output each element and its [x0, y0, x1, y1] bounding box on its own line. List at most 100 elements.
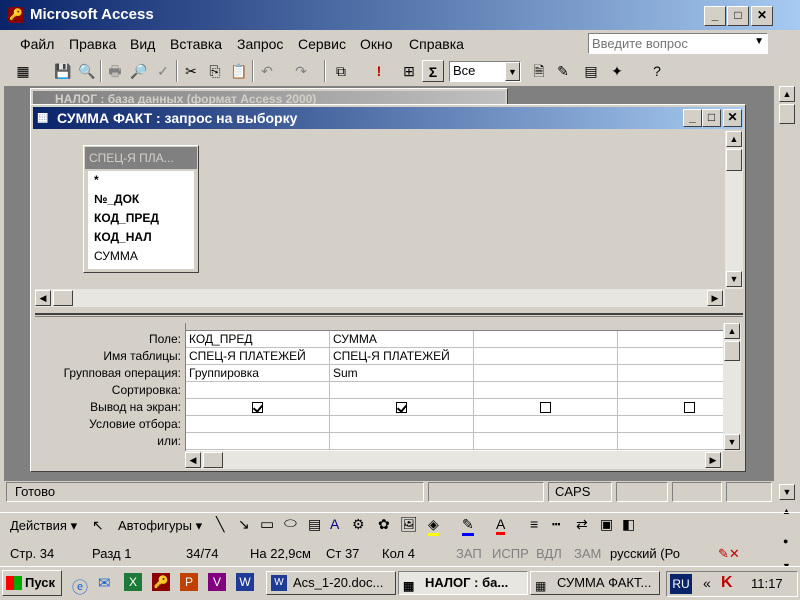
- show-table-icon[interactable]: ⊞: [398, 60, 420, 82]
- menu-view[interactable]: Вид: [130, 36, 155, 52]
- access-icon[interactable]: 🔑: [152, 573, 170, 591]
- textbox-icon[interactable]: ▤: [308, 516, 321, 533]
- grid-cell-show[interactable]: [330, 399, 474, 416]
- help-question-box[interactable]: ▼: [588, 33, 768, 54]
- run-icon[interactable]: !: [368, 60, 390, 82]
- scroll-thumb[interactable]: [203, 452, 223, 468]
- field-list-title[interactable]: СПЕЦ-Я ПЛА...: [85, 147, 197, 169]
- language-button[interactable]: RU: [670, 574, 692, 594]
- spelling-icon[interactable]: ✓: [152, 60, 174, 82]
- wordart-icon[interactable]: A: [330, 516, 339, 532]
- grid-cell-or[interactable]: [186, 433, 330, 450]
- help-question-input[interactable]: [589, 34, 749, 52]
- powerpoint-icon[interactable]: P: [180, 573, 198, 591]
- paste-icon[interactable]: 📋: [228, 60, 250, 82]
- grid-cell-criteria[interactable]: [186, 416, 330, 433]
- line-color-icon[interactable]: ✎: [462, 516, 474, 536]
- ext-indicator[interactable]: ВДЛ: [536, 544, 562, 564]
- grid-cell-sort[interactable]: [618, 382, 723, 399]
- print-icon[interactable]: 🖶: [104, 60, 126, 82]
- table-pane[interactable]: СПЕЦ-Я ПЛА... * №_ДОК КОД_ПРЕД КОД_НАЛ С…: [35, 131, 725, 289]
- antivirus-icon[interactable]: K: [721, 574, 733, 592]
- clipart-icon[interactable]: ✿: [378, 516, 390, 533]
- line-icon[interactable]: ╲: [216, 516, 224, 533]
- show-checkbox[interactable]: [540, 402, 551, 414]
- menu-file[interactable]: Файл: [20, 36, 54, 52]
- rectangle-icon[interactable]: ▭: [260, 515, 274, 533]
- table-pane-vscroll[interactable]: ▲ ▼: [725, 131, 743, 289]
- 3d-icon[interactable]: ◧: [622, 516, 635, 533]
- start-button[interactable]: Пуск: [2, 570, 62, 596]
- search-icon[interactable]: 🔍: [76, 60, 98, 82]
- view-icon[interactable]: ▦: [12, 60, 34, 82]
- query-minimize-button[interactable]: _: [683, 109, 702, 127]
- chevron-down-icon[interactable]: ▼: [505, 62, 520, 81]
- taskbar-button-nalog-db[interactable]: ▦ НАЛОГ : ба...: [398, 571, 528, 595]
- taskbar-button-word-doc[interactable]: W Acs_1-20.doc...: [266, 571, 396, 595]
- grid-cell-or[interactable]: [474, 433, 618, 450]
- grid-cell-group[interactable]: Группировка: [186, 365, 330, 382]
- menu-tools[interactable]: Сервис: [298, 36, 346, 52]
- field-item-summa[interactable]: СУММА: [88, 247, 194, 266]
- scroll-thumb[interactable]: [779, 104, 795, 124]
- scroll-up-icon[interactable]: ▲: [724, 323, 740, 339]
- grid-cell-field[interactable]: КОД_ПРЕД: [186, 331, 330, 348]
- outlook-icon[interactable]: ✉: [98, 574, 111, 592]
- grid-cell-sort[interactable]: [474, 382, 618, 399]
- show-checkbox[interactable]: [396, 402, 407, 414]
- arrow-style-icon[interactable]: ⇄: [576, 516, 588, 533]
- line-style-icon[interactable]: ≡: [530, 516, 538, 532]
- database-window-icon[interactable]: ▤: [580, 60, 602, 82]
- rec-indicator[interactable]: ЗАП: [456, 544, 482, 564]
- help-icon[interactable]: ?: [646, 60, 668, 82]
- scroll-left-icon[interactable]: ◀: [35, 290, 51, 306]
- cut-icon[interactable]: ✂: [180, 60, 202, 82]
- grid-cell-or[interactable]: [618, 433, 723, 450]
- field-item-kod-pred[interactable]: КОД_ПРЕД: [88, 209, 194, 228]
- grid-cell-show[interactable]: [186, 399, 330, 416]
- scroll-up-icon[interactable]: ▲: [779, 86, 795, 102]
- query-window-titlebar[interactable]: ▦ СУММА ФАКТ : запрос на выборку _ □ ✕: [33, 107, 743, 129]
- scroll-down-icon[interactable]: ▼: [726, 271, 742, 287]
- grid-vscroll[interactable]: ▲ ▼: [723, 323, 741, 451]
- scroll-right-icon[interactable]: ▶: [705, 452, 721, 468]
- maximize-button[interactable]: □: [727, 6, 749, 26]
- grid-cell-group[interactable]: Sum: [330, 365, 474, 382]
- spelling-status-icon[interactable]: ✎✕: [718, 544, 740, 564]
- grid-cell-show[interactable]: [474, 399, 618, 416]
- pane-splitter[interactable]: [35, 313, 743, 317]
- scroll-thumb[interactable]: [726, 149, 742, 171]
- top-values-select[interactable]: Все ▼: [449, 61, 521, 82]
- grid-cell-or[interactable]: [330, 433, 474, 450]
- totals-sigma-icon[interactable]: Σ: [422, 60, 444, 82]
- word-icon[interactable]: W: [236, 573, 254, 591]
- field-list-box[interactable]: СПЕЦ-Я ПЛА... * №_ДОК КОД_ПРЕД КОД_НАЛ С…: [83, 145, 199, 273]
- grid-cell-group[interactable]: [474, 365, 618, 382]
- redo-icon[interactable]: ↷: [290, 60, 312, 82]
- vba-icon[interactable]: V: [208, 573, 226, 591]
- dash-style-icon[interactable]: ┅: [552, 516, 560, 533]
- menu-edit[interactable]: Правка: [69, 36, 116, 52]
- menu-help[interactable]: Справка: [409, 36, 464, 52]
- fill-color-icon[interactable]: ◈: [428, 516, 439, 536]
- print-preview-icon[interactable]: 🔎: [128, 60, 150, 82]
- tray-expand-icon[interactable]: «: [703, 575, 711, 591]
- build-icon[interactable]: ✎: [552, 60, 574, 82]
- grid-cell-field[interactable]: [474, 331, 618, 348]
- arrow-icon[interactable]: ↘: [238, 516, 250, 533]
- word-vscroll[interactable]: ▲ ▼ ▲ ● ▼: [776, 86, 798, 571]
- scroll-right-icon[interactable]: ▶: [707, 290, 723, 306]
- scroll-left-icon[interactable]: ◀: [185, 452, 201, 468]
- grid-cell-show[interactable]: [618, 399, 723, 416]
- column-selectors[interactable]: [186, 323, 723, 331]
- close-button[interactable]: ✕: [751, 6, 773, 26]
- field-item-all[interactable]: *: [88, 171, 194, 190]
- query-type-icon[interactable]: ⧉: [330, 60, 352, 82]
- menu-window[interactable]: Окно: [360, 36, 393, 52]
- menu-insert[interactable]: Вставка: [170, 36, 222, 52]
- table-pane-hscroll[interactable]: ◀ ▶: [35, 289, 725, 307]
- excel-icon[interactable]: X: [124, 573, 142, 591]
- grid-cell-table[interactable]: [618, 348, 723, 365]
- new-object-icon[interactable]: ✦: [606, 60, 628, 82]
- grid-cell-criteria[interactable]: [474, 416, 618, 433]
